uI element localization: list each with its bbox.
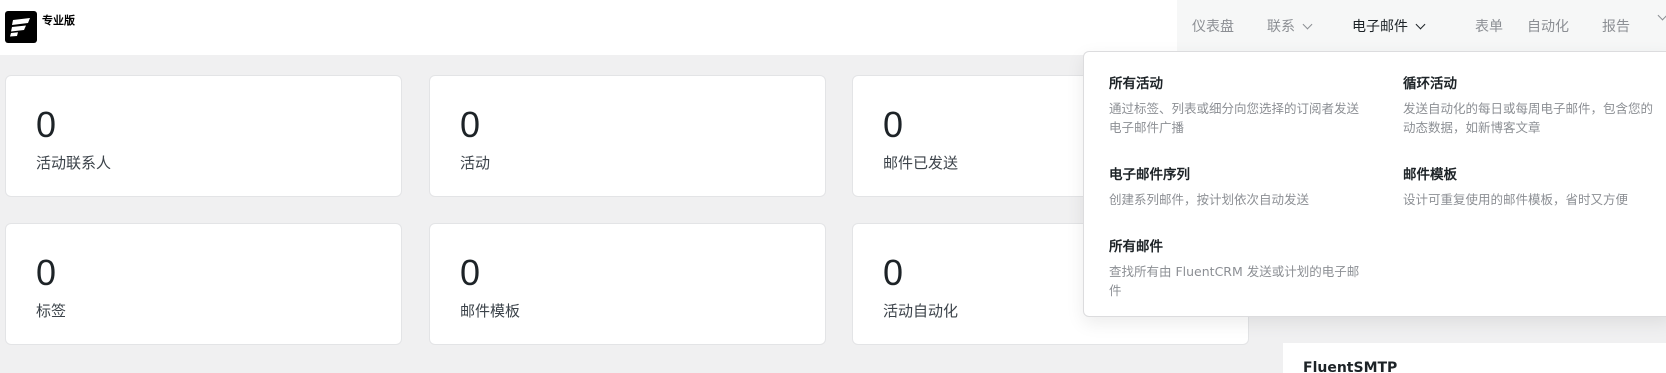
chevron-down-icon (1415, 19, 1426, 29)
nav-dashboard-label: 仪表盘 (1192, 19, 1234, 35)
menu-item-title: 所有活动 (1109, 76, 1163, 92)
stat-value: 0 (36, 252, 57, 293)
stat-value: 0 (460, 104, 481, 145)
stat-label: 标签 (36, 302, 67, 320)
stat-label: 邮件模板 (460, 302, 521, 320)
stat-label: 活动 (460, 154, 491, 172)
nav-contacts-label: 联系 (1267, 19, 1295, 35)
menu-item-description: 通过标签、列表或细分向您选择的订阅者发送电子邮件广播 (1109, 101, 1360, 135)
nav-emails[interactable]: 电子邮件 (1352, 16, 1426, 36)
stat-card-active-contacts[interactable]: 0 活动联系人 (5, 75, 402, 197)
nav-forms-label: 表单 (1475, 19, 1503, 35)
menu-item-description: 创建系列邮件，按计划依次自动发送 (1109, 192, 1310, 207)
menu-item-description: 发送自动化的每日或每周电子邮件，包含您的动态数据，如新博客文章 (1403, 101, 1654, 135)
main-nav: 仪表盘 联系 电子邮件 表单 自动化 报告 (1177, 0, 1666, 55)
nav-emails-label: 电子邮件 (1352, 19, 1408, 35)
menu-item-recurring-campaigns[interactable]: 循环活动 发送自动化的每日或每周电子邮件，包含您的动态数据，如新博客文章 (1403, 72, 1663, 137)
pro-badge: 专业版 (42, 14, 75, 27)
nav-forms[interactable]: 表单 (1475, 16, 1503, 36)
nav-contacts[interactable]: 联系 (1267, 16, 1313, 36)
menu-item-all-campaigns[interactable]: 所有活动 通过标签、列表或细分向您选择的订阅者发送电子邮件广播 (1109, 72, 1369, 137)
chevron-down-icon (1657, 10, 1666, 21)
nav-automations-label: 自动化 (1527, 19, 1569, 35)
stat-value: 0 (883, 252, 904, 293)
fluentsmtp-panel-title: FluentSMTP (1303, 360, 1398, 373)
nav-reports[interactable]: 报告 (1602, 16, 1630, 36)
stat-value: 0 (883, 104, 904, 145)
emails-dropdown-menu: 所有活动 通过标签、列表或细分向您选择的订阅者发送电子邮件广播 循环活动 发送自… (1083, 51, 1666, 317)
nav-automations[interactable]: 自动化 (1527, 16, 1569, 36)
menu-item-description: 查找所有由 FluentCRM 发送或计划的电子邮件 (1109, 264, 1360, 298)
stat-label: 活动自动化 (883, 302, 959, 320)
nav-dashboard[interactable]: 仪表盘 (1192, 16, 1234, 36)
fluentsmtp-panel: FluentSMTP (1283, 343, 1666, 373)
menu-item-all-emails[interactable]: 所有邮件 查找所有由 FluentCRM 发送或计划的电子邮件 (1109, 235, 1369, 300)
menu-item-description: 设计可重复使用的邮件模板，省时又方便 (1403, 192, 1629, 207)
menu-item-title: 所有邮件 (1109, 239, 1163, 255)
stat-card-tags[interactable]: 0 标签 (5, 223, 402, 345)
menu-item-title: 邮件模板 (1403, 167, 1457, 183)
nav-reports-label: 报告 (1602, 19, 1630, 35)
stat-label: 邮件已发送 (883, 154, 959, 172)
stat-label: 活动联系人 (36, 154, 112, 172)
stat-card-campaigns[interactable]: 0 活动 (429, 75, 826, 197)
nav-more[interactable] (1657, 10, 1666, 21)
menu-item-email-sequences[interactable]: 电子邮件序列 创建系列邮件，按计划依次自动发送 (1109, 163, 1369, 209)
chevron-down-icon (1302, 19, 1313, 29)
menu-item-email-templates[interactable]: 邮件模板 设计可重复使用的邮件模板，省时又方便 (1403, 163, 1663, 209)
stat-card-email-templates[interactable]: 0 邮件模板 (429, 223, 826, 345)
stat-value: 0 (460, 252, 481, 293)
menu-item-title: 电子邮件序列 (1109, 167, 1190, 183)
top-bar: 专业版 仪表盘 联系 电子邮件 表单 自动化 报告 (0, 0, 1666, 55)
stat-value: 0 (36, 104, 57, 145)
fluentcrm-logo-icon[interactable] (5, 11, 37, 43)
menu-item-title: 循环活动 (1403, 76, 1457, 92)
